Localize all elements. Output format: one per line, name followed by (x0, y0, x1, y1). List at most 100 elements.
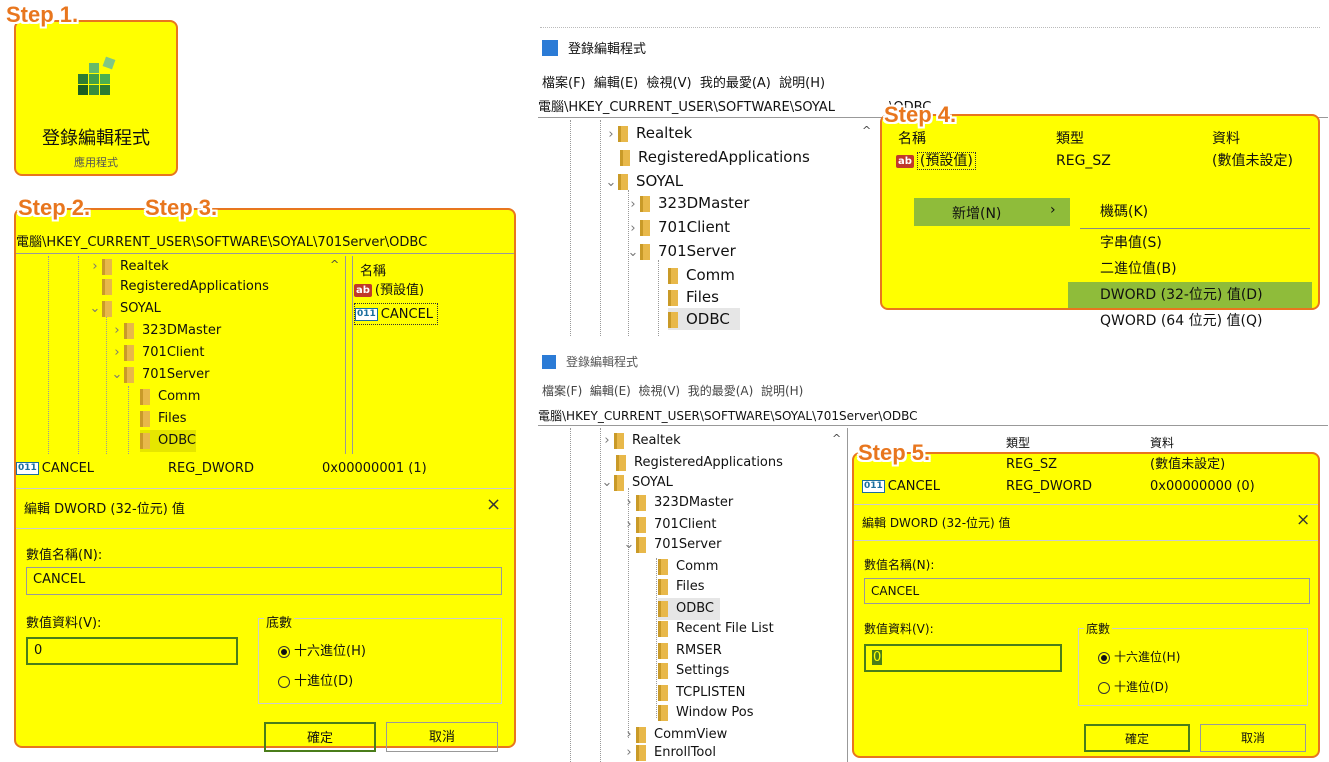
top-col-data[interactable]: 資料 (1212, 128, 1240, 148)
left-col-name[interactable]: 名稱 (360, 260, 386, 279)
top-tree-registeredapplications[interactable]: RegisteredApplications (620, 146, 810, 168)
chevron-right-icon: › (92, 259, 98, 274)
submenu-string[interactable]: 字串值(S) (1100, 232, 1162, 254)
bottom-col-data[interactable]: 資料 (1150, 434, 1174, 451)
bottom-hex-radio[interactable]: 十六進位(H) (1098, 648, 1180, 665)
menu-favorites[interactable]: 我的最愛(A) (688, 384, 754, 398)
bottom-tree-soyal[interactable]: ⌄ SOYAL (600, 472, 673, 494)
left-cancel-button[interactable]: 取消 (386, 722, 498, 752)
registry-editor-icon (542, 40, 558, 56)
bottom-tree-comm[interactable]: Comm (658, 556, 718, 578)
bottom-tree-tcplisten[interactable]: TCPLISTEN (658, 682, 745, 704)
bottom-tree-realtek[interactable]: › Realtek (600, 430, 681, 452)
app-tile[interactable]: 登錄編輯程式 應用程式 (14, 20, 178, 176)
bottom-ok-button[interactable]: 確定 (1084, 724, 1190, 752)
left-tree-soyal[interactable]: ⌄ SOYAL (88, 298, 161, 320)
top-col-type[interactable]: 類型 (1056, 128, 1084, 148)
menu-view[interactable]: 檢視(V) (647, 76, 692, 91)
left-tree-701client[interactable]: › 701Client (110, 342, 204, 364)
left-tree-comm[interactable]: Comm (140, 386, 200, 408)
left-tree-701server[interactable]: ⌄ 701Server (110, 364, 209, 386)
bottom-tree-enrolltool[interactable]: › EnrollTool (622, 742, 716, 762)
submenu-qword[interactable]: QWORD (64 位元) 值(Q) (1100, 310, 1262, 332)
top-tree-soyal[interactable]: ⌄ SOYAL (604, 170, 684, 192)
step-4-label: Step 4. (884, 102, 957, 127)
left-tree-odbc[interactable]: ODBC (140, 430, 197, 452)
left-default-value-row[interactable]: ab (預設值) (354, 280, 424, 302)
folder-icon (636, 536, 646, 553)
radio-selected-icon (1098, 651, 1110, 664)
folder-icon (124, 366, 134, 383)
step-5-label: Step 5. (858, 440, 931, 465)
top-col-name[interactable]: 名稱 (898, 128, 926, 148)
folder-icon (658, 704, 668, 721)
bottom-dec-radio[interactable]: 十進位(D) (1098, 678, 1169, 695)
top-tree-odbc[interactable]: ODBC (668, 308, 740, 330)
bottom-name-field[interactable]: CANCEL (864, 578, 1310, 604)
bottom-tree-odbc[interactable]: ODBC (658, 598, 721, 620)
left-tree-323dmaster[interactable]: › 323DMaster (110, 320, 221, 342)
menu-view[interactable]: 檢視(V) (639, 384, 681, 398)
menu-favorites[interactable]: 我的最愛(A) (700, 76, 771, 91)
bottom-tree-701server[interactable]: ⌄ 701Server (622, 534, 721, 556)
bottom-menubar: 檔案(F) 編輯(E) 檢視(V) 我的最愛(A) 說明(H) (542, 382, 803, 399)
bottom-tree-settings[interactable]: Settings (658, 660, 729, 682)
left-ok-button[interactable]: 確定 (264, 722, 376, 752)
submenu-dword[interactable]: DWORD (32-位元) 值(D) (1100, 284, 1263, 306)
folder-icon (658, 558, 668, 575)
left-dec-radio[interactable]: 十進位(D) (278, 670, 353, 689)
menu-help[interactable]: 說明(H) (761, 384, 803, 398)
bottom-tree-registeredapplications[interactable]: RegisteredApplications (616, 452, 783, 474)
left-data-field[interactable]: 0 (26, 637, 238, 665)
left-cancel-value-row[interactable]: 011 CANCEL (354, 303, 439, 325)
left-tree-files[interactable]: Files (140, 408, 187, 430)
bottom-cancel-row[interactable]: 011 CANCEL (862, 476, 940, 498)
submenu-key[interactable]: 機碼(K) (1100, 201, 1148, 223)
bottom-tree-recent-file-list[interactable]: Recent File List (658, 618, 774, 640)
left-hex-radio[interactable]: 十六進位(H) (278, 640, 366, 659)
bottom-tree-323dmaster[interactable]: › 323DMaster (622, 492, 733, 514)
bottom-cancel-button[interactable]: 取消 (1200, 724, 1306, 752)
top-default-value-row[interactable]: ab (預設值) (896, 150, 976, 172)
top-tree-701client[interactable]: › 701Client (626, 216, 730, 238)
left-tree-registeredapplications[interactable]: RegisteredApplications (102, 276, 269, 298)
scroll-up-icon[interactable]: ^ (832, 432, 841, 445)
bottom-tree-701client[interactable]: › 701Client (622, 514, 716, 536)
left-name-field[interactable]: CANCEL (26, 567, 502, 595)
bottom-data-field[interactable]: 0 (864, 644, 1062, 672)
menu-file[interactable]: 檔案(F) (542, 384, 582, 398)
top-tree-701server[interactable]: ⌄ 701Server (626, 240, 736, 262)
chevron-right-icon: › (604, 433, 610, 448)
bottom-tree-rmser[interactable]: RMSER (658, 640, 722, 662)
menu-edit[interactable]: 編輯(E) (594, 76, 638, 91)
scroll-up-icon[interactable]: ^ (862, 124, 871, 137)
left-tree-realtek[interactable]: › Realtek (88, 256, 169, 278)
left-cancel-data: 0x00000001 (1) (322, 461, 427, 476)
menu-help[interactable]: 說明(H) (779, 76, 825, 91)
menu-edit[interactable]: 編輯(E) (590, 384, 631, 398)
folder-icon (636, 516, 646, 533)
folder-icon (618, 173, 628, 190)
folder-icon (668, 289, 678, 306)
top-tree-realtek[interactable]: › Realtek (604, 122, 692, 144)
submenu-binary[interactable]: 二進位值(B) (1100, 258, 1177, 280)
bottom-col-type[interactable]: 類型 (1006, 434, 1030, 451)
radio-selected-icon (278, 645, 290, 658)
chevron-right-icon: › (114, 323, 120, 338)
top-tree-files[interactable]: Files (668, 286, 719, 308)
top-tree-323dmaster[interactable]: › 323DMaster (626, 192, 749, 214)
scroll-up-icon[interactable]: ^ (330, 258, 339, 271)
bottom-tree-files[interactable]: Files (658, 576, 705, 598)
folder-icon (140, 388, 150, 405)
chevron-right-icon: › (114, 345, 120, 360)
left-path-bar[interactable]: 電腦\HKEY_CURRENT_USER\SOFTWARE\SOYAL\701S… (16, 232, 514, 254)
bottom-cancel-type: REG_DWORD (1006, 479, 1092, 494)
top-tree-comm[interactable]: Comm (668, 264, 735, 286)
folder-icon (658, 642, 668, 659)
bottom-path-bar[interactable]: 電腦\HKEY_CURRENT_USER\SOFTWARE\SOYAL\701S… (538, 406, 1328, 426)
close-icon[interactable]: × (486, 494, 501, 515)
close-icon[interactable]: × (1296, 510, 1310, 530)
menu-file[interactable]: 檔案(F) (542, 76, 586, 91)
bottom-tree-window-pos[interactable]: Window Pos (658, 702, 754, 724)
left-cancel-summary-row[interactable]: 011 CANCEL (16, 458, 512, 480)
